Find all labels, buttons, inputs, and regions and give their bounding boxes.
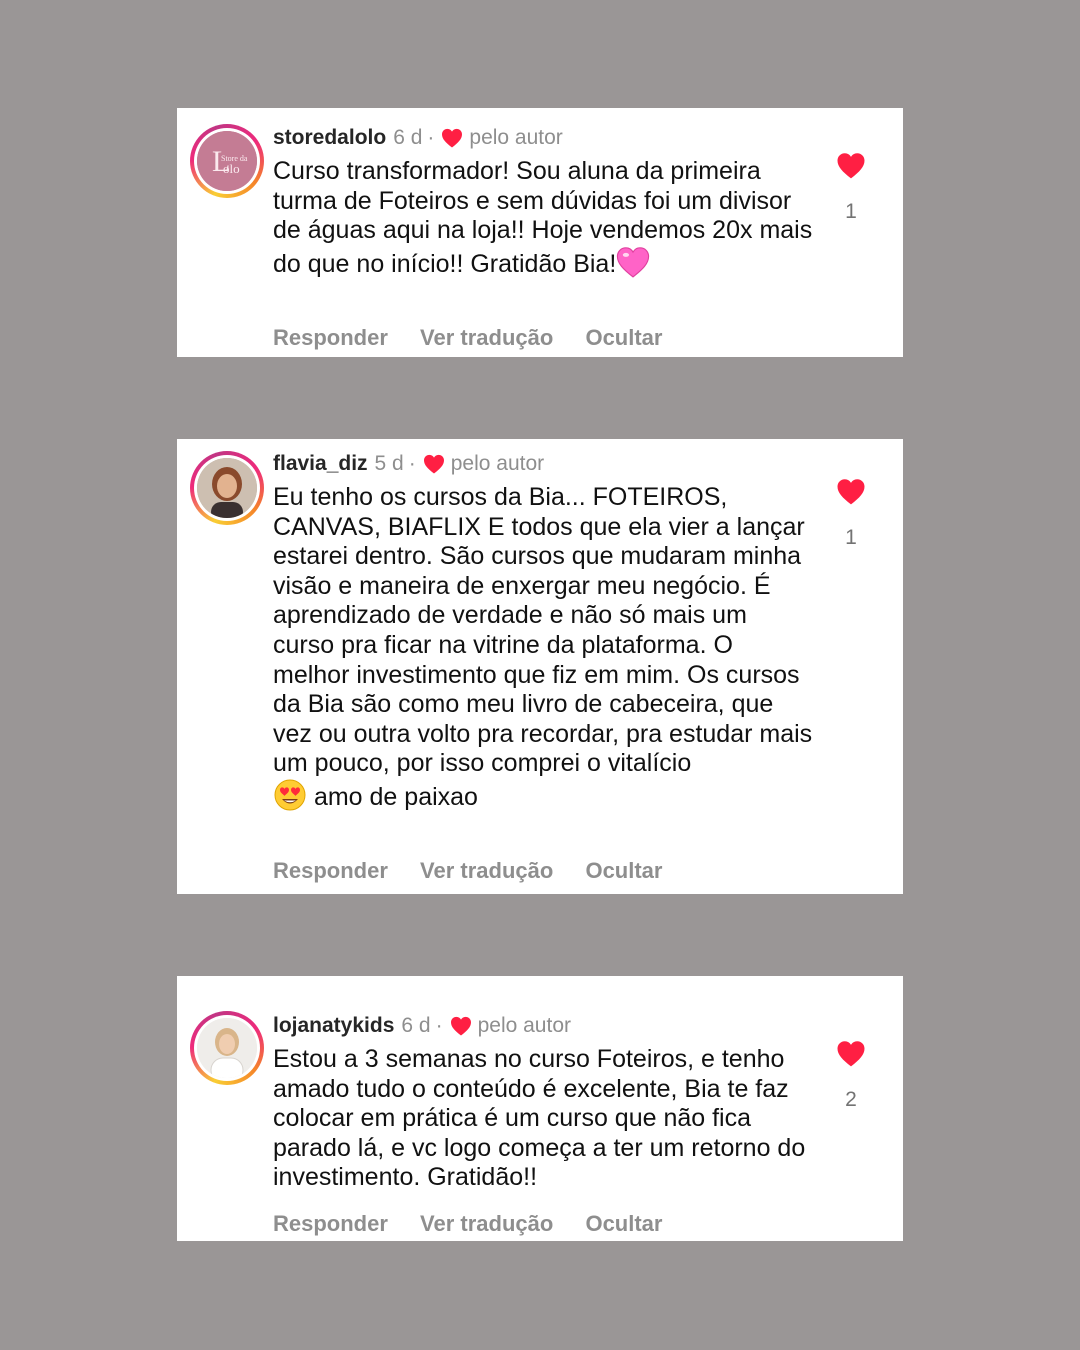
comment-body-end: amo de paixao [313, 782, 478, 811]
like-button[interactable]: 2 [835, 1040, 867, 1112]
translate-button[interactable]: Ver tradução [420, 325, 553, 350]
translate-button[interactable]: Ver tradução [420, 858, 553, 883]
author-like-label: pelo autor [450, 452, 545, 475]
author-like-heart-icon [450, 1016, 472, 1036]
separator: · [408, 452, 416, 475]
author-like-label: pelo autor [469, 126, 563, 149]
hide-button[interactable]: Ocultar [585, 858, 662, 883]
comment-card: flavia_diz 5 d · pelo autor Eu tenho os … [177, 439, 903, 894]
profile-photo-icon [197, 458, 257, 518]
store-logo-icon: L Store da olo [197, 131, 257, 191]
comment-actions: Responder Ver tradução Ocultar [273, 325, 688, 351]
comment-text: Estou a 3 semanas no curso Foteiros, e t… [273, 1045, 813, 1193]
comment-meta: flavia_diz 5 d · pelo autor [273, 451, 813, 477]
profile-photo-icon [197, 1018, 257, 1078]
heart-eyes-emoji-icon [273, 779, 307, 819]
comment-text: Eu tenho os cursos da Bia... FOTEIROS, C… [273, 483, 813, 819]
author-like-label: pelo autor [477, 1014, 571, 1037]
reply-button[interactable]: Responder [273, 858, 388, 883]
comment-text: Curso transformador! Sou aluna da primei… [273, 157, 813, 285]
comment-card: L Store da olo storedalolo 6 d · pelo au… [177, 108, 903, 357]
comment-meta: lojanatykids 6 d · pelo autor [273, 1013, 813, 1039]
comment-time: 5 d [374, 452, 404, 475]
pink-heart-icon [616, 246, 650, 286]
hide-button[interactable]: Ocultar [585, 325, 662, 350]
author-like-heart-icon [423, 454, 445, 474]
comment-meta: storedalolo 6 d · pelo autor [273, 125, 813, 151]
comment-body: Estou a 3 semanas no curso Foteiros, e t… [273, 1045, 806, 1192]
comment-body: Curso transformador! Sou aluna da primei… [273, 157, 813, 278]
separator: · [427, 126, 435, 149]
like-heart-icon [837, 1041, 865, 1067]
reply-button[interactable]: Responder [273, 1211, 388, 1236]
comment-time: 6 d [401, 1014, 431, 1037]
like-button[interactable]: 1 [835, 152, 867, 224]
comment-actions: Responder Ver tradução Ocultar [273, 1211, 688, 1237]
avatar[interactable] [190, 451, 264, 525]
reply-button[interactable]: Responder [273, 325, 388, 350]
avatar[interactable]: L Store da olo [190, 124, 264, 198]
translate-button[interactable]: Ver tradução [420, 1211, 553, 1236]
like-count: 1 [845, 526, 857, 549]
username[interactable]: storedalolo [273, 125, 386, 151]
comment-time: 6 d [393, 126, 423, 149]
comment-body: Eu tenho os cursos da Bia... FOTEIROS, C… [273, 483, 813, 778]
svg-text:olo: olo [223, 161, 240, 176]
separator: · [435, 1014, 443, 1037]
like-heart-icon [837, 479, 865, 505]
avatar[interactable] [190, 1011, 264, 1085]
like-count: 1 [845, 200, 857, 223]
like-button[interactable]: 1 [835, 478, 867, 550]
comment-card: lojanatykids 6 d · pelo autor Estou a 3 … [177, 976, 903, 1241]
like-heart-icon [837, 153, 865, 179]
comment-actions: Responder Ver tradução Ocultar [273, 858, 688, 884]
like-count: 2 [845, 1088, 857, 1111]
username[interactable]: lojanatykids [273, 1013, 394, 1039]
hide-button[interactable]: Ocultar [585, 1211, 662, 1236]
username[interactable]: flavia_diz [273, 451, 368, 477]
author-like-heart-icon [441, 128, 463, 148]
